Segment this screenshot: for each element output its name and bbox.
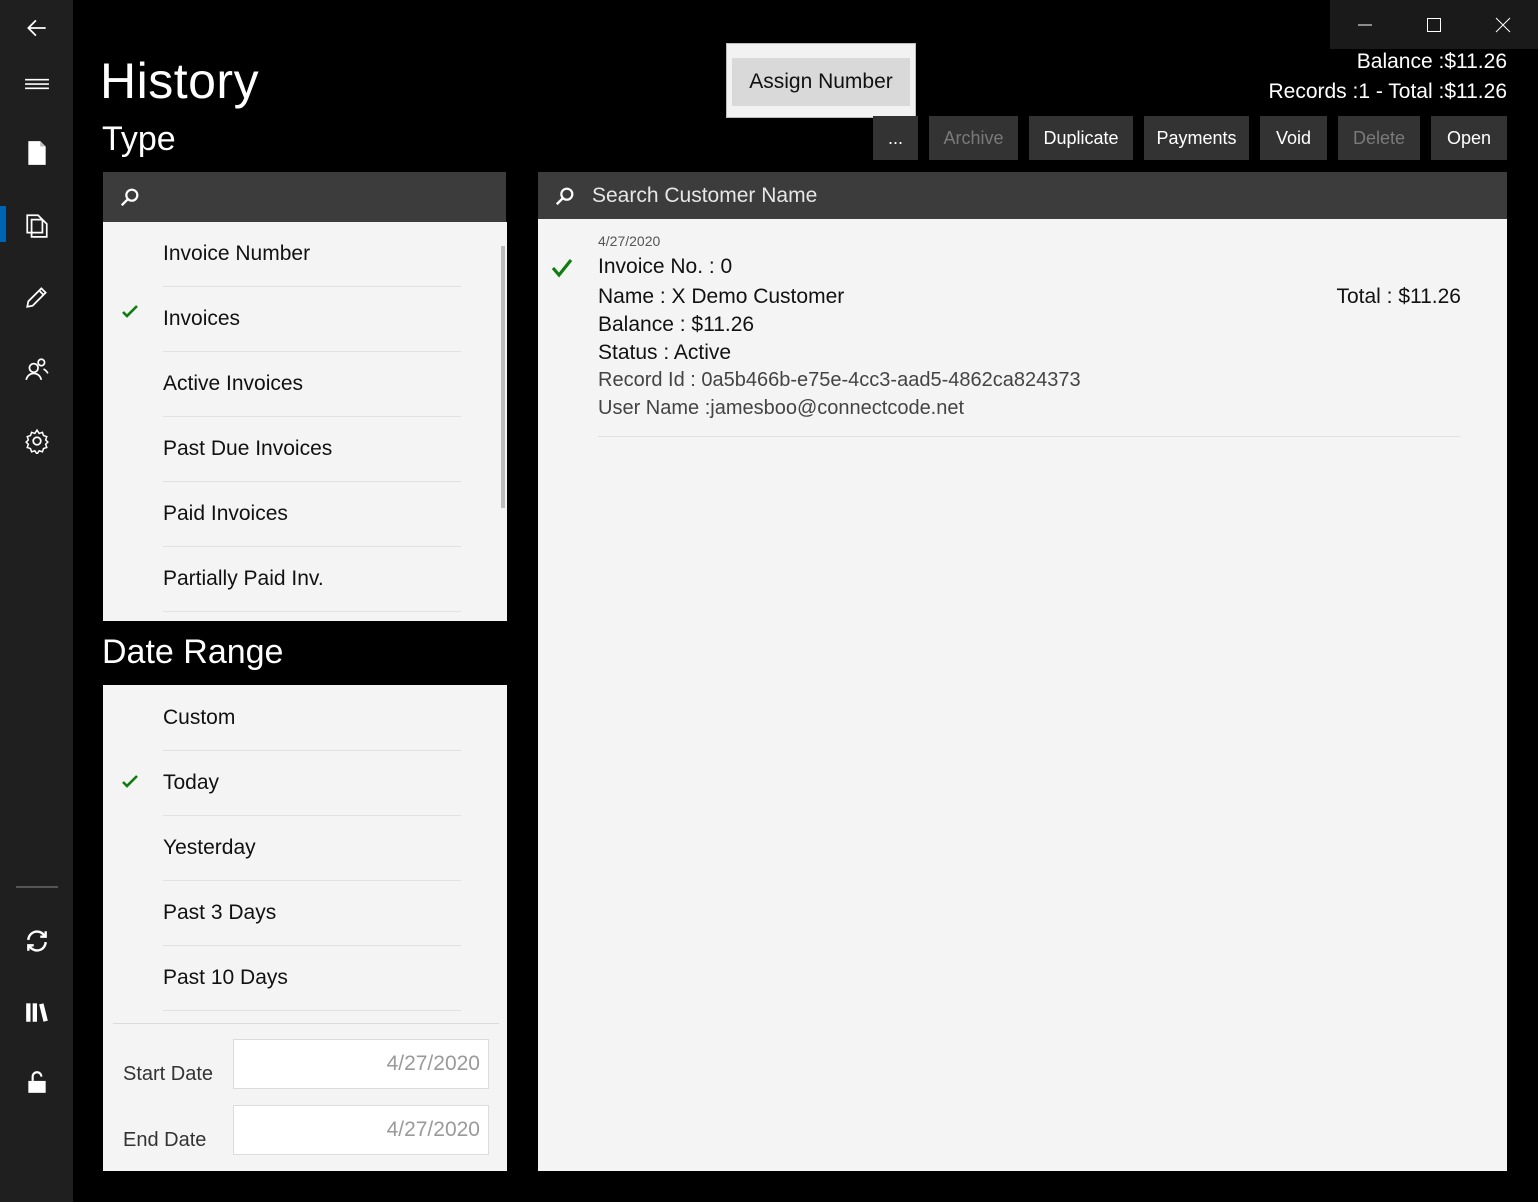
back-arrow-icon <box>26 19 46 37</box>
checkmark-icon <box>122 775 138 788</box>
start-date-field[interactable]: 4/27/2020 <box>233 1039 489 1089</box>
records-summary: Records :1 - Total :$11.26 <box>1268 80 1507 103</box>
record-divider <box>598 436 1460 437</box>
type-search-box <box>103 172 506 222</box>
date-option-today[interactable]: Today <box>163 751 461 816</box>
type-option-paid-invoices[interactable]: Paid Invoices <box>163 482 461 547</box>
window-controls <box>1330 0 1538 49</box>
date-option-yesterday[interactable]: Yesterday <box>163 816 461 881</box>
back-button[interactable] <box>0 0 73 56</box>
record-name: Name : X Demo Customer <box>598 285 845 308</box>
search-icon <box>555 187 574 205</box>
delete-button[interactable]: Delete <box>1338 116 1420 160</box>
record-user-name: User Name :jamesboo@connectcode.net <box>598 397 965 419</box>
duplicate-button[interactable]: Duplicate <box>1029 116 1133 160</box>
date-range-list: Custom Today Yesterday Past 3 Days Past … <box>103 685 507 1171</box>
sync-icon <box>26 930 47 952</box>
nav-edit[interactable] <box>0 269 73 325</box>
library-icon <box>25 1003 48 1022</box>
archive-button[interactable]: Archive <box>929 116 1018 160</box>
start-date-label: Start Date <box>123 1063 214 1085</box>
payments-button[interactable]: Payments <box>1144 116 1249 160</box>
nav-new-document[interactable] <box>0 125 73 181</box>
type-option-invoice-number[interactable]: Invoice Number <box>163 222 461 287</box>
record-balance: Balance : $11.26 <box>598 313 755 336</box>
customer-search-box <box>538 172 1507 219</box>
void-button[interactable]: Void <box>1260 116 1327 160</box>
type-list-scrollbar[interactable] <box>501 246 505 508</box>
record-status: Status : Active <box>598 341 732 364</box>
type-option-invoices[interactable]: Invoices <box>163 287 461 352</box>
record-invoice-no: Invoice No. : 0 <box>598 255 733 278</box>
rail-divider <box>16 886 58 888</box>
assign-number-button[interactable]: Assign Number <box>732 58 910 106</box>
balance-summary: Balance :$11.26 <box>1356 50 1507 73</box>
lock-button[interactable] <box>0 1054 73 1110</box>
end-date-label: End Date <box>123 1129 207 1151</box>
gear-icon <box>24 428 49 454</box>
page-title: History <box>100 53 260 109</box>
date-option-past-3-days[interactable]: Past 3 Days <box>163 881 461 946</box>
pencil-icon <box>25 287 47 308</box>
date-divider <box>113 1023 499 1024</box>
record-total: Total : $11.26 <box>1336 285 1461 308</box>
record-id: Record Id : 0a5b466b-e75e-4cc3-aad5-4862… <box>598 369 1081 391</box>
type-list: Invoice Number Invoices Active Invoices … <box>103 222 507 621</box>
maximize-button[interactable] <box>1399 0 1468 49</box>
type-search-input[interactable] <box>155 184 482 210</box>
open-button[interactable]: Open <box>1431 116 1507 160</box>
close-icon <box>1495 17 1510 32</box>
minimize-button[interactable] <box>1330 0 1399 49</box>
customer-search-input[interactable] <box>590 182 1370 209</box>
people-icon <box>24 358 49 381</box>
assign-number-popup: Assign Number <box>726 43 916 118</box>
nav-settings[interactable] <box>0 413 73 469</box>
minimize-icon <box>1357 24 1372 25</box>
sync-button[interactable] <box>0 913 73 969</box>
nav-rail <box>0 0 73 1202</box>
type-option-active-invoices[interactable]: Active Invoices <box>163 352 461 417</box>
end-date-field[interactable]: 4/27/2020 <box>233 1105 489 1155</box>
checkmark-icon <box>122 305 138 318</box>
date-option-custom[interactable]: Custom <box>163 686 461 751</box>
type-option-partially-paid[interactable]: Partially Paid Inv. <box>163 547 461 612</box>
search-icon <box>120 188 139 207</box>
hamburger-menu-icon <box>24 78 49 90</box>
library-button[interactable] <box>0 984 73 1040</box>
close-button[interactable] <box>1468 0 1537 49</box>
record-item[interactable]: 4/27/2020 Invoice No. : 0 Name : X Demo … <box>538 219 1507 439</box>
nav-customers[interactable] <box>0 341 73 397</box>
record-date: 4/27/2020 <box>598 233 661 249</box>
nav-history[interactable] <box>0 197 73 253</box>
more-button[interactable]: ... <box>873 116 918 160</box>
checkmark-icon <box>551 259 573 278</box>
type-heading: Type <box>102 120 176 158</box>
document-icon <box>27 141 46 165</box>
unlock-icon <box>27 1071 46 1093</box>
date-option-past-10-days[interactable]: Past 10 Days <box>163 946 461 1011</box>
type-option-past-due-invoices[interactable]: Past Due Invoices <box>163 417 461 482</box>
menu-button[interactable] <box>0 56 73 112</box>
records-list: 4/27/2020 Invoice No. : 0 Name : X Demo … <box>538 219 1507 1171</box>
copy-documents-icon <box>25 214 48 238</box>
maximize-icon <box>1426 17 1441 32</box>
date-range-heading: Date Range <box>102 633 284 671</box>
